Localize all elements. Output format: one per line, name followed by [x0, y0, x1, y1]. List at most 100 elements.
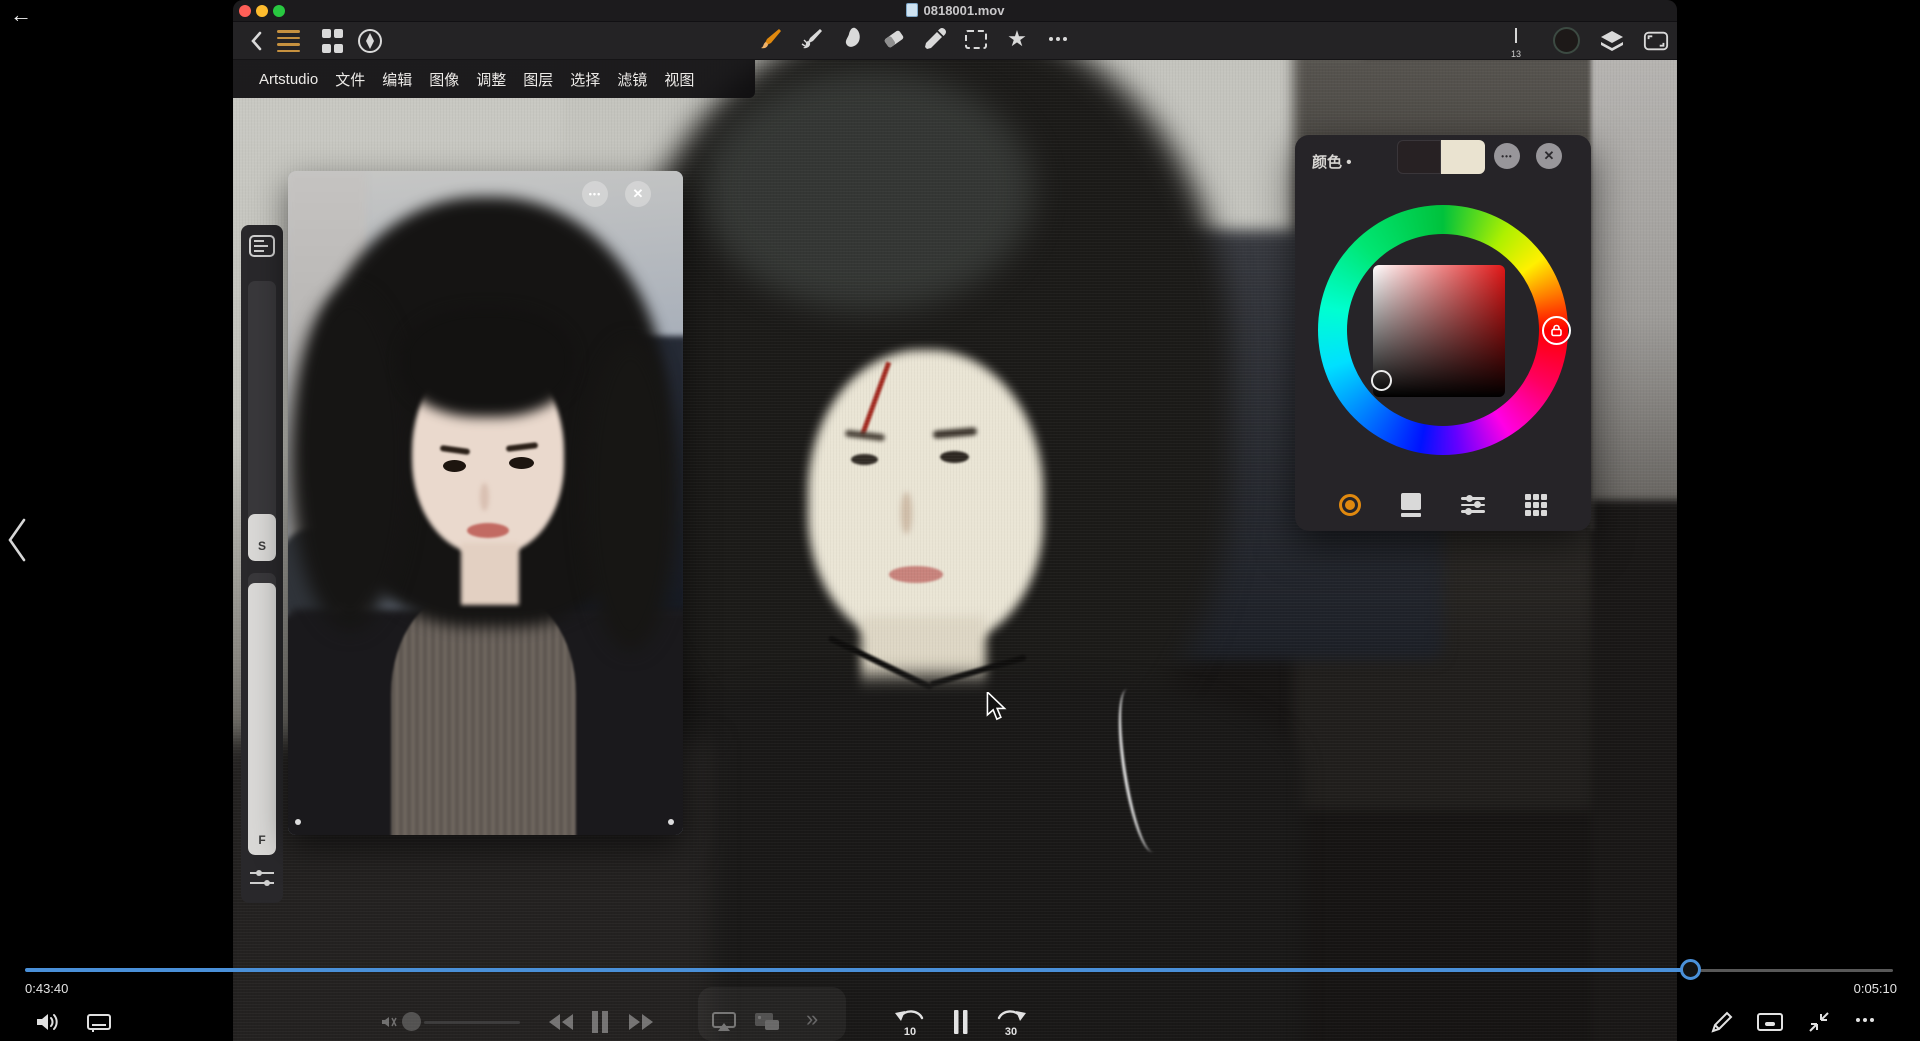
skip-back-10-button[interactable]: 10 — [893, 1004, 927, 1040]
reference-lips — [467, 523, 509, 538]
fast-forward-icon[interactable] — [626, 1011, 656, 1033]
reference-resize-handle[interactable] — [668, 819, 674, 825]
panel-toggle-icon[interactable] — [249, 235, 275, 257]
eyedropper-tool[interactable] — [922, 26, 948, 52]
current-color-swatch[interactable] — [1553, 27, 1580, 54]
brush-flow-slider[interactable]: F — [248, 573, 276, 855]
saturation-value-square[interactable] — [1373, 265, 1505, 397]
canvas-fullscreen-icon[interactable] — [1643, 28, 1669, 54]
more-options-icon[interactable] — [1854, 1018, 1875, 1022]
menu-image[interactable]: 图像 — [429, 69, 459, 90]
menu-view[interactable]: 视图 — [664, 69, 694, 90]
layers-icon[interactable] — [1599, 28, 1625, 54]
timeline-progress[interactable] — [25, 968, 1682, 972]
tab-color-sliders[interactable] — [1461, 493, 1485, 517]
selection-tool[interactable] — [963, 26, 989, 52]
brush-size-line — [1515, 28, 1517, 43]
color-panel-tabs — [1295, 483, 1591, 527]
brush-size-slider-handle[interactable]: S — [248, 514, 276, 561]
tab-color-palette[interactable] — [1525, 494, 1547, 516]
timeline-remaining[interactable] — [1700, 969, 1893, 972]
reference-hair-right — [583, 341, 678, 651]
paint-brush-tool[interactable] — [758, 26, 784, 52]
skip-forward-30-button[interactable]: 30 — [994, 1004, 1028, 1040]
reference-hair-left — [290, 291, 410, 631]
video-window: 0818001.mov ★ 13 Artstudio 文件 编辑 图像 调整 图… — [233, 0, 1677, 1041]
color-panel-title: 颜色 • — [1312, 154, 1352, 171]
artstudio-menubar: Artstudio 文件 编辑 图像 调整 图层 选择 滤镜 视图 — [233, 60, 755, 98]
screen: ← 0818001.mov ★ 13 Artstudio 文件 编辑 图像 调整… — [0, 0, 1920, 1041]
skip-back-label: 10 — [904, 1026, 916, 1038]
window-titlebar: 0818001.mov — [233, 0, 1677, 22]
menu-file[interactable]: 文件 — [335, 69, 365, 90]
reference-neck — [461, 543, 519, 605]
smudge-tool[interactable] — [840, 26, 866, 52]
menu-layer[interactable]: 图层 — [523, 69, 553, 90]
app-back-chevron-icon[interactable] — [243, 28, 269, 54]
volume-slider-handle[interactable] — [402, 1012, 421, 1031]
expand-controls-icon[interactable]: » — [806, 1008, 818, 1030]
wet-brush-tool[interactable] — [799, 26, 825, 52]
eraser-tool[interactable] — [881, 26, 907, 52]
tab-color-square[interactable] — [1401, 493, 1421, 517]
color-panel-close-button[interactable]: ✕ — [1536, 143, 1562, 169]
reference-nose — [480, 483, 489, 511]
rewind-icon[interactable] — [546, 1011, 576, 1033]
reference-bangs — [400, 307, 575, 417]
artstudio-toolbar: ★ 13 — [233, 22, 1677, 60]
close-icon: ✕ — [1543, 148, 1555, 163]
pressure-pen-icon[interactable] — [357, 28, 383, 54]
reference-close-button[interactable]: ✕ — [625, 181, 651, 207]
color-cursor[interactable] — [1371, 370, 1392, 391]
menu-icon[interactable] — [275, 28, 301, 54]
markup-pencil-icon[interactable] — [1709, 1009, 1735, 1035]
tab-color-wheel[interactable] — [1339, 494, 1361, 516]
mouse-cursor — [985, 690, 1007, 727]
volume-slider-track[interactable] — [424, 1021, 520, 1024]
timeline-scrubber[interactable] — [1680, 959, 1701, 980]
pause-icon-secondary[interactable] — [589, 1009, 611, 1035]
thumbnail-bar-icon[interactable] — [1756, 1012, 1784, 1032]
slider-settings-icon[interactable] — [250, 867, 276, 891]
close-icon: ✕ — [632, 186, 644, 201]
color-panel: 颜色 • ••• ✕ — [1295, 135, 1591, 531]
hue-lock-icon[interactable] — [1542, 316, 1571, 345]
left-slider-rail: S F — [241, 225, 283, 903]
menu-select[interactable]: 选择 — [570, 69, 600, 90]
pause-button[interactable] — [950, 1008, 972, 1036]
remaining-time: 0:05:10 — [1853, 981, 1897, 996]
window-title: 0818001.mov — [233, 3, 1677, 18]
color-panel-more-button[interactable]: ••• — [1494, 143, 1520, 169]
brush-flow-slider-handle[interactable]: F — [248, 583, 276, 855]
secondary-color-swatch[interactable] — [1441, 140, 1485, 174]
volume-icon[interactable] — [34, 1010, 62, 1034]
movie-file-icon — [905, 3, 918, 17]
menu-artstudio[interactable]: Artstudio — [259, 71, 318, 88]
exit-fullscreen-icon[interactable] — [1806, 1009, 1832, 1035]
ellipsis-icon: ••• — [588, 189, 602, 199]
menu-filter[interactable]: 滤镜 — [617, 69, 647, 90]
menu-edit[interactable]: 编辑 — [382, 69, 412, 90]
reference-resize-handle[interactable] — [295, 819, 301, 825]
airplay-icon[interactable] — [711, 1011, 737, 1033]
mute-icon[interactable] — [380, 1014, 398, 1030]
reference-more-button[interactable]: ••• — [582, 181, 608, 207]
menu-adjust[interactable]: 调整 — [476, 69, 506, 90]
gallery-grid-icon[interactable] — [319, 28, 345, 54]
more-tools-icon[interactable] — [1045, 26, 1071, 52]
picture-in-picture-icon[interactable] — [753, 1011, 781, 1033]
skip-forward-label: 30 — [1005, 1026, 1017, 1038]
primary-color-swatch[interactable] — [1397, 140, 1441, 174]
painting-canvas[interactable]: Artstudio 文件 编辑 图像 调整 图层 选择 滤镜 视图 S F ••… — [233, 60, 1677, 1041]
previous-item-chevron-icon[interactable] — [2, 516, 32, 569]
reference-image-panel[interactable]: ••• ✕ — [288, 171, 683, 835]
favorites-star-icon[interactable]: ★ — [1004, 26, 1030, 52]
reference-eye-right — [509, 457, 534, 469]
brush-size-slider[interactable]: S — [248, 281, 276, 561]
player-back-icon[interactable]: ← — [10, 2, 32, 28]
brush-size-value: 13 — [1510, 49, 1521, 59]
subtitles-icon[interactable] — [86, 1012, 112, 1034]
reference-eye-left — [443, 460, 466, 472]
brush-size-indicator[interactable]: 13 — [1505, 26, 1527, 59]
tool-group: ★ — [758, 26, 1071, 52]
